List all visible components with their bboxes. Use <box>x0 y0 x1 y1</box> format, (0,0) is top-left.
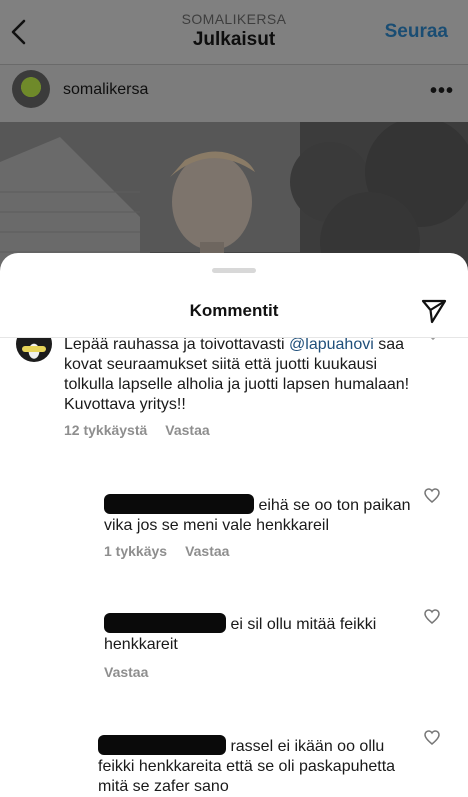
mention-link[interactable]: @lapuahovi <box>289 338 374 353</box>
like-count[interactable]: 12 tykkäystä <box>64 422 147 438</box>
reply-meta: 1 tykkäys Vastaa <box>104 543 247 559</box>
commenter-avatar[interactable] <box>16 338 52 362</box>
reply-button[interactable]: Vastaa <box>185 543 229 559</box>
redacted-username <box>98 735 226 755</box>
reply-button[interactable]: Vastaa <box>165 422 209 438</box>
follow-button[interactable]: Seuraa <box>385 21 448 43</box>
chevron-down-icon[interactable] <box>426 338 440 342</box>
comment-text: Lepää rauhassa ja toivottavasti @lapuaho… <box>64 338 410 413</box>
redacted-username <box>104 613 226 633</box>
more-options-icon[interactable]: ••• <box>430 80 454 103</box>
like-count[interactable]: 1 tykkäys <box>104 543 167 559</box>
heart-icon[interactable] <box>424 488 440 503</box>
reply-button[interactable]: Vastaa <box>104 664 148 680</box>
sheet-title: Kommentit <box>189 301 279 320</box>
reply-comment-text: eihä se oo ton paikan vika jos se meni v… <box>104 494 414 536</box>
post-author-username[interactable]: somalikersa <box>63 81 148 99</box>
post-author-avatar[interactable] <box>12 70 50 108</box>
reply-meta: Vastaa <box>104 664 166 680</box>
reply-comment-text: ei sil ollu mitää feikki henkkareit <box>104 613 414 655</box>
heart-icon[interactable] <box>424 730 440 745</box>
comments-list[interactable]: Lepää rauhassa ja toivottavasti @lapuaho… <box>0 338 468 797</box>
comment-meta: 12 tykkäystä Vastaa <box>64 422 228 438</box>
top-bar: SOMALIKERSA Julkaisut Seuraa <box>0 0 468 64</box>
screen: SOMALIKERSA Julkaisut Seuraa somalikersa… <box>0 0 468 797</box>
reply-comment-text: rassel ei ikään oo ollu feikki henkkarei… <box>98 735 408 797</box>
redacted-username <box>104 494 254 514</box>
header-divider <box>0 64 468 65</box>
heart-icon[interactable] <box>424 609 440 624</box>
share-send-icon[interactable] <box>420 297 448 325</box>
comments-sheet: Kommentit Lepää rauhassa ja toivottavast… <box>0 253 468 797</box>
sheet-drag-handle[interactable] <box>212 268 256 273</box>
